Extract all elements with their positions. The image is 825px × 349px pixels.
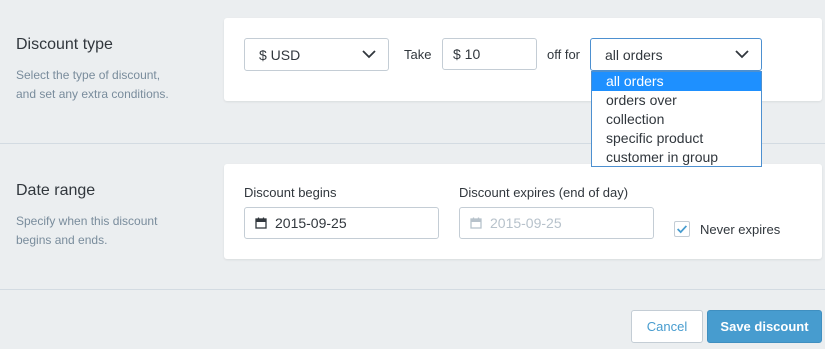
dropdown-option-collection[interactable]: collection <box>592 110 761 129</box>
dropdown-option-specific-product[interactable]: specific product <box>592 129 761 148</box>
section-divider <box>0 289 825 290</box>
applies-to-dropdown-list: all orders orders over collection specif… <box>591 71 762 167</box>
save-discount-button[interactable]: Save discount <box>707 310 822 343</box>
applies-to-select-value: all orders <box>605 46 663 63</box>
discount-type-description: Select the type of discount, and set any… <box>16 66 169 104</box>
off-for-label: off for <box>547 47 581 62</box>
discount-begins-label: Discount begins <box>244 185 337 200</box>
never-expires-label: Never expires <box>700 222 781 237</box>
chevron-down-icon <box>735 49 749 58</box>
discount-begins-input[interactable]: 2015-09-25 <box>244 207 439 239</box>
amount-input[interactable]: $ 10 <box>442 38 537 70</box>
calendar-icon <box>255 217 267 229</box>
discount-type-title: Discount type <box>16 36 113 53</box>
date-range-description-line1: Specify when this discount <box>16 214 158 228</box>
currency-select-value: $ USD <box>259 46 301 63</box>
chevron-down-icon <box>362 49 376 58</box>
amount-input-value: $ 10 <box>453 46 481 62</box>
discount-expires-input[interactable]: 2015-09-25 <box>459 207 654 239</box>
discount-begins-value: 2015-09-25 <box>275 215 347 231</box>
discount-expires-placeholder: 2015-09-25 <box>490 215 562 231</box>
currency-select[interactable]: $ USD <box>244 38 389 71</box>
dropdown-option-customer-in-group[interactable]: customer in group <box>592 148 761 167</box>
discount-type-description-line1: Select the type of discount, <box>16 68 161 82</box>
checkmark-icon <box>677 225 688 234</box>
cancel-button[interactable]: Cancel <box>631 310 703 343</box>
date-range-title: Date range <box>16 182 96 199</box>
take-label: Take <box>404 47 432 62</box>
applies-to-select[interactable]: all orders <box>590 38 762 71</box>
date-range-description: Specify when this discount begins and en… <box>16 212 157 250</box>
discount-expires-label: Discount expires (end of day) <box>459 185 629 200</box>
dropdown-option-orders-over[interactable]: orders over <box>592 91 761 110</box>
dropdown-option-all-orders[interactable]: all orders <box>592 72 761 91</box>
date-range-description-line2: begins and ends. <box>16 233 108 247</box>
never-expires-checkbox[interactable] <box>674 221 690 237</box>
date-range-card: Discount begins 2015-09-25 Discount expi… <box>224 164 822 259</box>
calendar-icon <box>470 217 482 229</box>
discount-type-description-line2: and set any extra conditions. <box>16 87 169 101</box>
